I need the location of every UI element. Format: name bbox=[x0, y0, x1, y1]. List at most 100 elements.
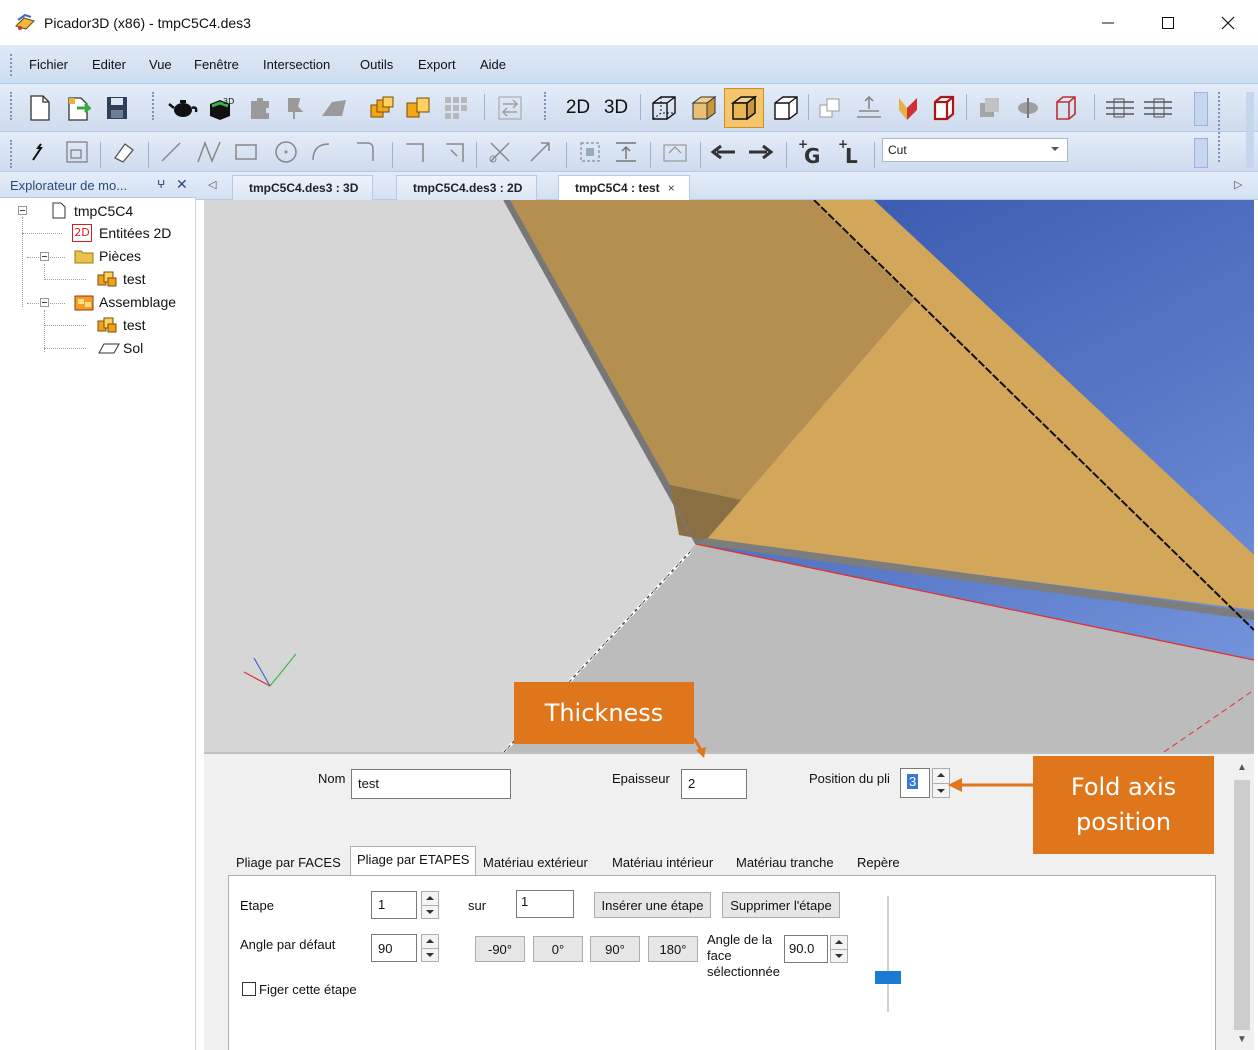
cut-mode-select[interactable]: Cut bbox=[882, 138, 1068, 162]
corner-tool-button[interactable] bbox=[400, 132, 430, 171]
spin-down-icon[interactable] bbox=[835, 954, 843, 958]
tree-item-assembly-test[interactable]: test bbox=[123, 317, 146, 333]
hidden-lines-view-button[interactable] bbox=[768, 84, 804, 131]
angle-defaut-input[interactable]: 90 bbox=[371, 934, 417, 962]
tree-item-pieces[interactable]: Pièces bbox=[99, 248, 141, 264]
grid-button[interactable] bbox=[440, 84, 472, 131]
select-area-button[interactable] bbox=[574, 132, 606, 171]
tab-materiau-exterieur[interactable]: Matériau extérieur bbox=[477, 850, 594, 876]
tab-scroll-left-icon[interactable]: ◁ bbox=[208, 178, 216, 191]
figer-etape-checkbox[interactable] bbox=[242, 982, 256, 996]
scroll-up-icon[interactable]: ▲ bbox=[1237, 762, 1247, 773]
tree-item-assemblage[interactable]: Assemblage bbox=[99, 294, 176, 310]
collapse-toggle[interactable] bbox=[18, 206, 27, 215]
angle-slider-track[interactable] bbox=[887, 896, 889, 1012]
spin-up-icon[interactable] bbox=[835, 940, 843, 944]
tree-root-label[interactable]: tmpC5C4 bbox=[74, 203, 133, 219]
toolbar-overflow-button[interactable] bbox=[1246, 92, 1254, 168]
wireframe-view-button[interactable] bbox=[646, 84, 682, 131]
line-tool-button[interactable] bbox=[156, 132, 186, 171]
shaded-view-button[interactable] bbox=[686, 84, 722, 131]
copy-shape-button[interactable] bbox=[814, 84, 846, 131]
box-red-button[interactable] bbox=[928, 84, 960, 131]
pin-tool-button[interactable] bbox=[280, 84, 310, 131]
etape-input[interactable]: 1 bbox=[371, 891, 417, 919]
properties-scrollbar[interactable]: ▲ ▼ bbox=[1230, 756, 1254, 1050]
tree-item-entites-2d[interactable]: Entitées 2D bbox=[99, 225, 171, 241]
fold-button[interactable] bbox=[892, 84, 924, 131]
angle-180-button[interactable]: 180° bbox=[648, 936, 698, 962]
close-tab-icon[interactable]: × bbox=[668, 181, 675, 195]
3d-viewport[interactable] bbox=[204, 200, 1254, 752]
undo-button[interactable] bbox=[706, 132, 740, 171]
shape-tool-button[interactable] bbox=[318, 84, 350, 131]
red-cube-button[interactable] bbox=[1050, 84, 1082, 131]
measure-button[interactable] bbox=[852, 84, 886, 131]
delete-step-button[interactable]: Supprimer l'étape bbox=[722, 892, 840, 918]
spin-up-icon[interactable] bbox=[426, 896, 434, 900]
angle-0-button[interactable]: 0° bbox=[533, 936, 583, 962]
rectangle-tool-button[interactable] bbox=[230, 132, 262, 171]
rotate-view-button[interactable] bbox=[1012, 84, 1044, 131]
tab-test[interactable]: tmpC5C4 : test × bbox=[558, 175, 690, 201]
view-3d-button[interactable]: 3D bbox=[598, 84, 634, 131]
layers-button[interactable] bbox=[366, 84, 398, 131]
close-icon[interactable]: ✕ bbox=[176, 176, 188, 193]
spin-down-icon[interactable] bbox=[426, 953, 434, 957]
angle-face-input[interactable]: 90.0 bbox=[784, 935, 828, 963]
cut-tool-button[interactable] bbox=[484, 132, 516, 171]
group-button[interactable] bbox=[402, 84, 434, 131]
circle-tool-button[interactable] bbox=[270, 132, 302, 171]
add-local-button[interactable]: + L bbox=[834, 132, 868, 171]
mirror-button[interactable] bbox=[658, 132, 692, 171]
folded-sheet-render[interactable] bbox=[204, 200, 1254, 752]
eraser-button[interactable] bbox=[108, 132, 138, 171]
epaisseur-input[interactable]: 2 bbox=[681, 769, 747, 799]
etape-stepper[interactable] bbox=[421, 891, 439, 919]
nom-input[interactable]: test bbox=[351, 769, 511, 799]
polyline-tool-button[interactable] bbox=[192, 132, 226, 171]
angle-minus-90-button[interactable]: -90° bbox=[475, 936, 525, 962]
save-button[interactable] bbox=[102, 84, 132, 131]
menubar-grip[interactable] bbox=[10, 54, 13, 76]
3d-export-button[interactable]: 3D bbox=[204, 84, 240, 131]
minimize-button[interactable] bbox=[1086, 8, 1130, 38]
toolbar-grip[interactable] bbox=[1218, 92, 1221, 162]
puzzle-tool-button[interactable] bbox=[244, 84, 276, 131]
toolbar-grip[interactable] bbox=[10, 140, 13, 168]
toolbar-overflow-button[interactable] bbox=[1194, 138, 1208, 168]
shaded-edges-view-button[interactable] bbox=[724, 88, 764, 128]
tab-materiau-tranche[interactable]: Matériau tranche bbox=[730, 850, 840, 876]
position-pli-input[interactable]: 3 bbox=[900, 768, 930, 798]
menu-vue[interactable]: Vue bbox=[149, 57, 172, 72]
spin-up-icon[interactable] bbox=[426, 939, 434, 943]
menu-fenetre[interactable]: Fenêtre bbox=[194, 57, 239, 72]
menu-aide[interactable]: Aide bbox=[480, 57, 506, 72]
pin-icon[interactable]: ⵖ bbox=[157, 178, 165, 191]
angle-face-stepper[interactable] bbox=[830, 935, 848, 963]
align-right-button[interactable] bbox=[1140, 84, 1176, 131]
tab-3d[interactable]: tmpC5C4.des3 : 3D bbox=[232, 175, 374, 200]
arc-tool-button[interactable] bbox=[306, 132, 336, 171]
spin-down-icon[interactable] bbox=[426, 910, 434, 914]
tree-item-piece-test[interactable]: test bbox=[123, 271, 146, 287]
add-global-button[interactable]: + G bbox=[794, 132, 828, 171]
tab-pliage-etapes[interactable]: Pliage par ETAPES bbox=[350, 846, 477, 876]
collapse-toggle[interactable] bbox=[40, 252, 49, 261]
spin-up-icon[interactable] bbox=[937, 773, 945, 777]
close-window-button[interactable] bbox=[1206, 8, 1250, 38]
view-2d-button[interactable]: 2D bbox=[560, 84, 596, 131]
teapot-render-button[interactable] bbox=[166, 84, 200, 131]
redo-button[interactable] bbox=[744, 132, 778, 171]
menu-editer[interactable]: Editer bbox=[92, 57, 126, 72]
toolbar-grip[interactable] bbox=[544, 92, 547, 120]
tab-2d[interactable]: tmpC5C4.des3 : 2D bbox=[396, 175, 538, 200]
spin-down-icon[interactable] bbox=[937, 789, 945, 793]
new-file-button[interactable] bbox=[26, 84, 54, 131]
angle-90-button[interactable]: 90° bbox=[590, 936, 640, 962]
sur-input[interactable]: 1 bbox=[516, 890, 574, 918]
toolbar-grip[interactable] bbox=[10, 92, 13, 120]
tab-scroll-right-icon[interactable]: ▷ bbox=[1234, 178, 1242, 191]
toolbar-overflow-button[interactable] bbox=[1194, 92, 1208, 126]
scrollbar-thumb[interactable] bbox=[1234, 780, 1250, 1030]
